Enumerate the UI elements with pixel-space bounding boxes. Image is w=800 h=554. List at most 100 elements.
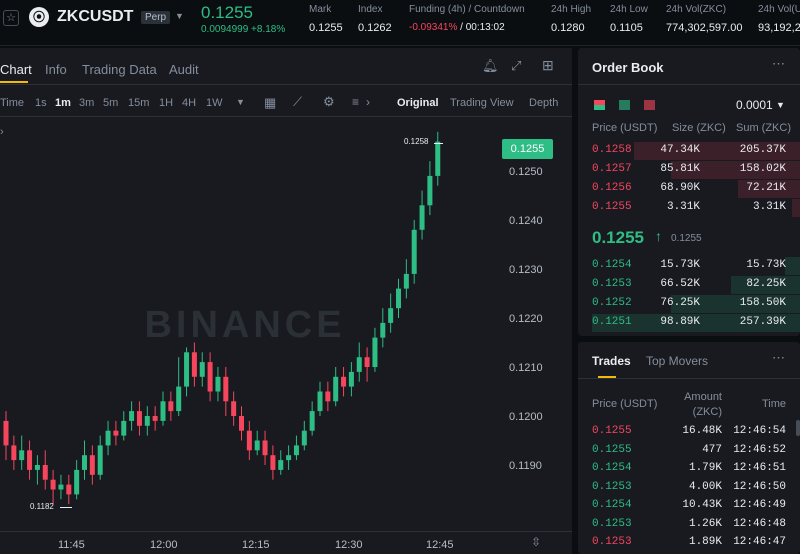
- candle-up: [348, 371, 354, 387]
- tf-3m[interactable]: 3m: [79, 97, 94, 109]
- asks-only-view-icon[interactable]: [644, 100, 655, 110]
- trade-price: 0.1253: [592, 480, 632, 493]
- y-tick-label: 0.1230: [509, 264, 543, 276]
- trades-header-price: Price (USDT): [592, 398, 658, 410]
- candle-up: [254, 440, 260, 451]
- indicator-icon[interactable]: ⟋: [293, 94, 302, 110]
- candle-down: [364, 357, 370, 367]
- bids-only-view-icon[interactable]: [619, 100, 630, 110]
- ob-size: 15.73K: [660, 259, 700, 271]
- price-chart[interactable]: BINANCE: [0, 117, 572, 554]
- x-tick-label: 12:00: [150, 539, 178, 551]
- precision-select[interactable]: 0.0001: [736, 98, 773, 112]
- trade-row: 0.1253 4.00K 12:46:50: [578, 479, 800, 497]
- divider: [578, 84, 800, 85]
- stat-value-24h-low: 0.1105: [610, 22, 643, 34]
- bid-row[interactable]: 0.1253 66.52K 82.25K: [578, 276, 800, 294]
- ask-row[interactable]: 0.1255 3.31K 3.31K: [578, 199, 800, 217]
- tf-1h[interactable]: 1H: [159, 97, 173, 109]
- scroll-right-icon[interactable]: ›: [366, 95, 370, 109]
- tab-chart[interactable]: Chart: [0, 62, 32, 77]
- ask-row[interactable]: 0.1257 85.81K 158.02K: [578, 161, 800, 179]
- price-change: 0.0094999 +8.18%: [201, 24, 286, 35]
- mid-mark-price: 0.1255: [671, 233, 702, 244]
- trade-time: 12:46:49: [733, 499, 786, 511]
- view-trading-view[interactable]: Trading View: [450, 97, 514, 109]
- bid-row[interactable]: 0.1254 15.73K 15.73K: [578, 257, 800, 275]
- both-sides-view-icon[interactable]: [594, 100, 605, 110]
- divider: [0, 84, 572, 85]
- candle-down: [113, 430, 119, 436]
- candle-down: [231, 401, 237, 416]
- trade-row: 0.1255 16.48K 12:46:54: [578, 423, 800, 441]
- candle-up: [419, 205, 425, 230]
- ob-price: 0.1257: [592, 163, 632, 175]
- token-logo-icon: ⦿: [29, 7, 49, 27]
- tf-4h[interactable]: 4H: [182, 97, 196, 109]
- trade-row: 0.1254 1.79K 12:46:51: [578, 460, 800, 478]
- tf-more-dropdown-icon[interactable]: ▼: [236, 97, 245, 107]
- tf-time[interactable]: Time: [0, 97, 24, 109]
- candle-up: [160, 401, 166, 421]
- candle-up: [215, 376, 221, 392]
- trades-header-time: Time: [762, 398, 787, 410]
- candle-up: [129, 411, 135, 421]
- stat-label-funding: Funding (4h) / Countdown: [409, 4, 525, 15]
- tf-1m[interactable]: 1m: [55, 97, 71, 109]
- bid-row[interactable]: 0.1252 76.25K 158.50K: [578, 295, 800, 313]
- ob-sum: 158.50K: [739, 297, 786, 309]
- ob-size: 47.34K: [660, 144, 700, 156]
- bid-row[interactable]: 0.1251 98.89K 257.39K: [578, 314, 800, 332]
- ob-price: 0.1256: [592, 182, 632, 194]
- tf-1s[interactable]: 1s: [35, 97, 47, 109]
- tab-trading-data[interactable]: Trading Data: [82, 62, 157, 77]
- funding-countdown: / 00:13:02: [457, 22, 505, 33]
- stat-value-funding: -0.09341% / 00:13:02: [409, 22, 505, 33]
- settings-sliders-icon[interactable]: ⚙: [323, 94, 335, 110]
- candle-up: [58, 484, 64, 490]
- y-tick-label: 0.1240: [509, 215, 543, 227]
- trade-time: 12:46:50: [733, 480, 786, 493]
- auto-scale-icon[interactable]: ⇳: [531, 535, 541, 549]
- ob-size: 66.52K: [660, 278, 700, 290]
- tab-audit[interactable]: Audit: [169, 62, 199, 77]
- ob-size: 98.89K: [660, 316, 700, 328]
- tf-15m[interactable]: 15m: [128, 97, 149, 109]
- more-options-icon[interactable]: ⋯: [772, 56, 785, 72]
- x-tick-label: 12:45: [426, 539, 454, 551]
- candle-down: [11, 445, 17, 461]
- trades-scrollbar[interactable]: [796, 420, 800, 436]
- candle-up: [388, 308, 394, 323]
- tab-info[interactable]: Info: [45, 62, 67, 77]
- trade-time: 12:46:54: [733, 425, 786, 437]
- ob-price: 0.1252: [592, 297, 632, 309]
- tab-top-movers[interactable]: Top Movers: [646, 354, 708, 368]
- candle-up: [403, 273, 409, 289]
- candle-down: [89, 455, 95, 475]
- expand-icon[interactable]: ⤢: [511, 58, 521, 74]
- y-tick-label: 0.1200: [509, 411, 543, 423]
- more-options-icon[interactable]: ⋯: [772, 350, 785, 366]
- view-depth[interactable]: Depth: [529, 97, 558, 109]
- drawing-tools-icon[interactable]: ≡: [352, 95, 359, 109]
- bell-icon[interactable]: 🔔︎: [482, 58, 499, 74]
- calendar-icon[interactable]: ▦: [264, 95, 276, 111]
- ask-row[interactable]: 0.1258 47.34K 205.37K: [578, 142, 800, 160]
- ob-sum: 72.21K: [746, 182, 786, 194]
- favorite-star-icon[interactable]: ☆: [3, 10, 19, 26]
- candle-down: [223, 376, 229, 402]
- tf-5m[interactable]: 5m: [103, 97, 118, 109]
- candle-up: [74, 469, 80, 495]
- trade-amount: 477: [702, 443, 722, 456]
- tab-trades[interactable]: Trades: [592, 354, 631, 368]
- symbol-dropdown-icon[interactable]: ▼: [175, 11, 184, 21]
- symbol-name[interactable]: ZKCUSDT: [57, 8, 133, 26]
- view-original[interactable]: Original: [397, 97, 439, 109]
- tf-1w[interactable]: 1W: [206, 97, 223, 109]
- ask-row[interactable]: 0.1256 68.90K 72.21K: [578, 180, 800, 198]
- candle-down: [325, 391, 331, 402]
- precision-dropdown-icon[interactable]: ▼: [776, 100, 785, 110]
- layout-grid-icon[interactable]: ⊞: [542, 57, 554, 74]
- x-tick-label: 12:30: [335, 539, 363, 551]
- ob-price: 0.1253: [592, 278, 632, 290]
